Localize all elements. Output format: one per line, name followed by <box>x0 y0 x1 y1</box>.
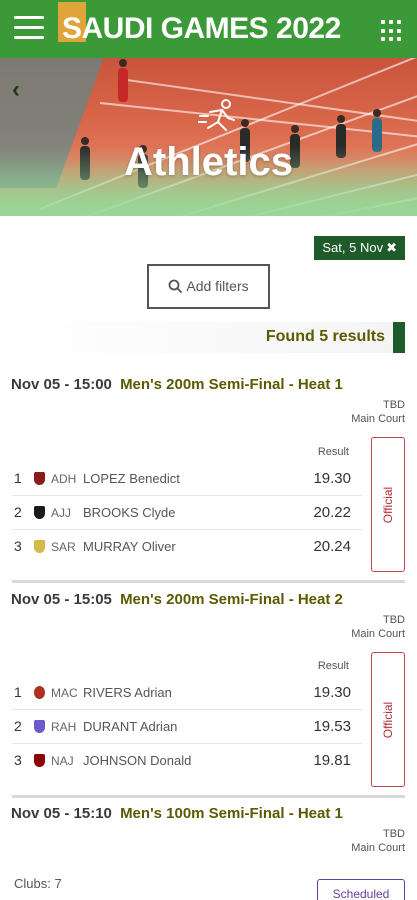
club-shield-icon <box>34 720 45 733</box>
status-label: Official <box>381 701 395 738</box>
athlete-name: BROOKS Clyde <box>83 505 176 520</box>
results-count-bar: Found 5 results <box>12 322 405 353</box>
date-filter-label: Sat, 5 Nov <box>322 240 384 255</box>
sport-title: Athletics <box>124 140 293 184</box>
status-badge-official: Official <box>371 437 405 572</box>
club-shield-icon <box>34 472 45 485</box>
brand-title: SAUDI GAMES 2022 <box>62 12 341 45</box>
club-code: AJJ <box>51 506 72 520</box>
club-code: NAJ <box>51 754 74 768</box>
result-row: 1 ADH LOPEZ Benedict 19.30 <box>0 462 362 496</box>
status-label: Official <box>381 486 395 523</box>
club-code: ADH <box>51 472 77 486</box>
result-rank: 1 <box>14 684 22 700</box>
result-row: 2 AJJ BROOKS Clyde 20.22 <box>0 496 362 530</box>
event-heading: Nov 05 - 15:00 Men's 200m Semi-Final - H… <box>11 376 343 393</box>
event-venue: TBD Main Court <box>351 827 405 855</box>
club-shield-icon <box>34 754 45 767</box>
clear-date-icon[interactable]: ✖ <box>386 240 397 255</box>
result-rank: 3 <box>14 538 22 554</box>
result-row: 3 NAJ JOHNSON Donald 19.81 <box>0 744 362 778</box>
result-value: 20.24 <box>313 538 351 555</box>
event-card[interactable]: Nov 05 - 15:00 Men's 200m Semi-Final - H… <box>0 376 417 576</box>
club-code: SAR <box>51 540 76 554</box>
result-value: 19.30 <box>313 470 351 487</box>
event-name: Men's 200m Semi-Final - Heat 2 <box>120 591 343 608</box>
result-rank: 3 <box>14 752 22 768</box>
event-heading: Nov 05 - 15:10 Men's 100m Semi-Final - H… <box>11 805 343 822</box>
result-rank: 1 <box>14 470 22 486</box>
event-venue: TBD Main Court <box>351 613 405 641</box>
results-accent-mark <box>393 322 405 353</box>
club-shield-icon <box>34 686 45 699</box>
club-shield-icon <box>34 540 45 553</box>
clubs-count: Clubs: 7 <box>14 876 62 891</box>
event-name: Men's 100m Semi-Final - Heat 1 <box>120 805 343 822</box>
apps-grid-icon[interactable] <box>381 20 403 42</box>
status-badge-official: Official <box>371 652 405 787</box>
search-icon <box>168 279 183 293</box>
top-bar: SAUDI GAMES 2022 <box>0 0 417 58</box>
add-filters-button[interactable]: Add filters <box>147 264 270 309</box>
club-code: MAC <box>51 686 78 700</box>
result-value: 19.81 <box>313 752 351 769</box>
venue-line-2: Main Court <box>351 842 405 854</box>
athlete-name: MURRAY Oliver <box>83 539 176 554</box>
club-code: RAH <box>51 720 77 734</box>
result-rank: 2 <box>14 504 22 520</box>
result-rank: 2 <box>14 718 22 734</box>
venue-line-2: Main Court <box>351 628 405 640</box>
venue-line-1: TBD <box>383 828 405 840</box>
runner-icon <box>198 99 235 131</box>
result-value: 20.22 <box>313 504 351 521</box>
athlete-name: JOHNSON Donald <box>83 753 192 768</box>
athlete-name: RIVERS Adrian <box>83 685 172 700</box>
result-row: 3 SAR MURRAY Oliver 20.24 <box>0 530 362 564</box>
event-venue: TBD Main Court <box>351 398 405 426</box>
event-divider <box>12 580 405 583</box>
result-value: 19.53 <box>313 718 351 735</box>
status-badge-scheduled[interactable]: Scheduled <box>317 879 405 900</box>
hero-banner: ‹ Athletics <box>0 58 417 216</box>
event-datetime: Nov 05 - 15:05 <box>11 591 112 608</box>
event-name: Men's 200m Semi-Final - Heat 1 <box>120 376 343 393</box>
event-datetime: Nov 05 - 15:10 <box>11 805 112 822</box>
result-column-header: Result <box>317 660 349 672</box>
result-row: 2 RAH DURANT Adrian 19.53 <box>0 710 362 744</box>
event-datetime: Nov 05 - 15:00 <box>11 376 112 393</box>
athlete-name: LOPEZ Benedict <box>83 471 180 486</box>
venue-line-1: TBD <box>383 399 405 411</box>
event-heading: Nov 05 - 15:05 Men's 200m Semi-Final - H… <box>11 591 343 608</box>
date-filter-chip[interactable]: Sat, 5 Nov ✖ <box>314 236 405 260</box>
back-chevron-icon[interactable]: ‹ <box>12 76 20 104</box>
event-card[interactable]: Nov 05 - 15:05 Men's 200m Semi-Final - H… <box>0 591 417 791</box>
hamburger-menu-icon[interactable] <box>14 16 44 42</box>
result-value: 19.30 <box>313 684 351 701</box>
add-filters-label: Add filters <box>186 278 249 294</box>
venue-line-1: TBD <box>383 614 405 626</box>
results-count: Found 5 results <box>265 328 385 345</box>
result-column-header: Result <box>317 446 349 458</box>
result-row: 1 MAC RIVERS Adrian 19.30 <box>0 676 362 710</box>
venue-line-2: Main Court <box>351 413 405 425</box>
event-divider <box>12 795 405 798</box>
athlete-name: DURANT Adrian <box>83 719 178 734</box>
club-shield-icon <box>34 506 45 519</box>
